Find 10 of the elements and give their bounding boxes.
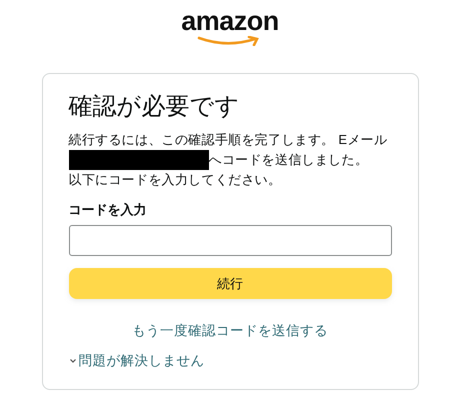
amazon-logo[interactable]: amazon	[177, 6, 283, 46]
field-label: コードを入力	[68, 201, 148, 219]
code-input-field[interactable]	[68, 225, 392, 256]
instruction-text: 以下にコードを入力してください。	[68, 171, 282, 189]
help-toggle-link[interactable]: 問題が解決しません	[68, 351, 204, 371]
chevron-icon	[68, 357, 76, 365]
page-title: 確認が必要です	[68, 92, 240, 122]
resend-code-link[interactable]: もう一度確認コードを送信する	[132, 321, 328, 341]
continue-button[interactable]: 続行	[68, 268, 392, 299]
message-text: 続行するには、この確認手順を完了します。 Eメール	[68, 132, 388, 147]
